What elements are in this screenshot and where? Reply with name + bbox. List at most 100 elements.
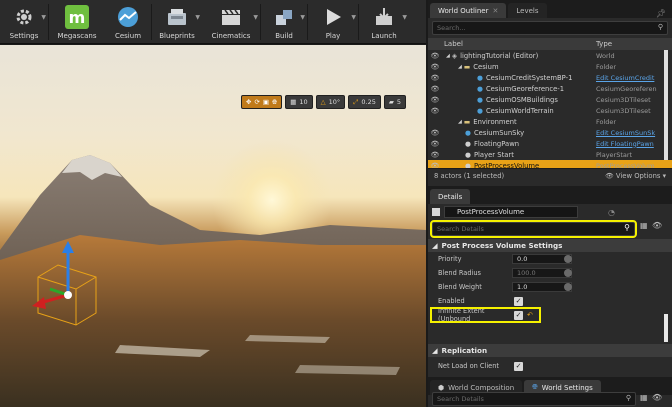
outliner-row[interactable]: ◢ ▬ Environment Folder [428,116,672,127]
outliner-tabbar: World Outliner ✕ Levels 📌︎ [428,0,672,18]
outliner-row-type: Folder [596,117,617,126]
rotate-icon[interactable]: ⟳ [254,98,259,106]
outliner-search-input[interactable]: Search... ⚲ [432,21,668,35]
grid-view-icon[interactable]: ▦ [640,221,648,230]
visibility-eye-icon[interactable]: 👁︎ [428,96,442,104]
visibility-eye-icon[interactable]: 👁︎ [428,74,442,82]
label-column-header[interactable]: Label [444,40,463,48]
reset-icon[interactable] [564,255,572,263]
infinite-extent-checkbox[interactable]: ✓ [514,310,523,320]
cesium-icon: ● [465,128,471,137]
folder-icon: ▬ [463,117,471,126]
grid-icon: ▦ [290,98,297,106]
enabled-label: Enabled [438,297,465,305]
transform-mode-toolbar[interactable]: ✥ ⟳ ▣ 🌐︎ [240,95,283,109]
chevron-down-icon: ▼ [195,14,200,21]
expand-arrow-icon[interactable]: ◢ [458,119,462,125]
close-icon[interactable]: ✕ [493,7,499,15]
outliner-row[interactable]: 👁︎ ● CesiumGeoreference-1 CesiumGeoreferen [428,83,672,94]
visibility-eye-icon[interactable]: 👁︎ [428,129,442,137]
build-button[interactable]: Build ▼ [261,0,307,44]
transform-gizmo[interactable] [28,237,108,337]
actor-count: 8 actors (1 selected) [434,171,505,180]
visibility-eye-icon[interactable]: 👁︎ [428,140,442,148]
type-column-header[interactable]: Type [596,40,612,48]
cesium-icon: ● [477,84,483,93]
net-load-checkbox[interactable]: ✓ [514,361,523,371]
visibility-eye-icon[interactable]: 👁︎ [428,162,442,169]
world-icon[interactable]: 🌐︎ [272,98,277,107]
visibility-eye-icon[interactable]: 👁︎ [428,85,442,93]
expand-arrow-icon[interactable]: ◢ [446,53,450,59]
angle-icon: △ [320,98,326,106]
megascans-button[interactable]: m Megascans [49,0,105,44]
outliner-row[interactable]: 👁︎ ● CesiumOSMBuildings Cesium3DTileset [428,94,672,105]
outliner-row[interactable]: 👁︎ ● PostProcessVolume PostProcessVolum [428,160,672,168]
world-settings-search-input[interactable]: Search Details ⚲ [432,392,636,406]
outliner-row[interactable]: 👁︎ ● CesiumSunSky Edit CesiumSunSk [428,127,672,138]
play-icon [321,5,345,29]
pin-icon[interactable]: 📌︎ [656,9,666,18]
outliner-row[interactable]: 👁︎ ◢ ◈ lightingTutorial (Editor) World [428,50,672,61]
blueprints-button[interactable]: Blueprints ▼ [152,0,202,44]
scale-snap-toggle[interactable]: ⤢ 0.25 [348,95,381,109]
chevron-down-icon: ▼ [41,14,46,21]
replication-category[interactable]: ◢ Replication [428,344,672,357]
scale-icon[interactable]: ▣ [263,98,269,106]
collapse-icon: ◢ [432,241,438,250]
blend-radius-input[interactable]: 100.0 [512,268,572,278]
eye-icon[interactable]: 👁︎ [652,393,662,402]
grid-view-icon[interactable]: ▦ [640,393,648,402]
cinematics-button[interactable]: Cinematics ▼ [202,0,260,44]
actor-icon: ● [465,150,471,159]
outliner-row[interactable]: 👁︎ ● FloatingPawn Edit FloatingPawn [428,138,672,149]
view-options-button[interactable]: 👁︎ View Options ▾ [605,172,666,180]
blend-radius-label: Blend Radius [438,269,481,277]
angle-snap-toggle[interactable]: △ 10° [315,95,346,109]
visibility-eye-icon[interactable]: 👁︎ [428,151,442,159]
world-settings-label: World Settings [541,383,593,392]
cesium-button[interactable]: Cesium [105,0,151,44]
settings-button[interactable]: Settings ▼ [0,0,48,44]
tab-details[interactable]: Details [430,189,471,204]
post-process-category[interactable]: ◢ Post Process Volume Settings [428,239,672,252]
outliner-row[interactable]: 👁︎ ● CesiumCreditSystemBP-1 Edit CesiumCred… [428,72,672,83]
actor-name-field[interactable]: PostProcessVolume [444,206,578,218]
gear-icon [12,5,36,29]
enabled-checkbox[interactable]: ✓ [514,296,523,306]
infinite-extent-row: Infinite Extent (Unbound ✓ ↶ [428,307,672,323]
chevron-down-icon: ▼ [402,14,407,21]
outliner-row-type[interactable]: Edit CesiumSunSk [596,129,655,137]
details-search-input[interactable]: Search Details ⚲ [430,220,637,238]
outliner-row-type[interactable]: Edit CesiumCredit [596,74,654,82]
outliner-row[interactable]: 👁︎ ● Player Start PlayerStart [428,149,672,160]
visibility-eye-icon[interactable]: 👁︎ [428,107,442,115]
visibility-eye-icon[interactable]: 👁︎ [428,52,442,60]
visibility-eye-icon[interactable]: 👁︎ [428,63,442,71]
grid-snap-toggle[interactable]: ▦ 10 [285,95,313,109]
level-viewport[interactable]: ✥ ⟳ ▣ 🌐︎ ▦ 10 △ 10° ⤢ 0.25 ▰ 5 [0,45,426,407]
launch-label: Launch [371,32,397,40]
eye-icon[interactable]: 👁︎ [652,221,662,230]
reset-icon[interactable] [564,283,572,291]
play-button[interactable]: Play ▼ [308,0,358,44]
outliner-row[interactable]: 👁︎ ◢ ▬ Cesium Folder [428,61,672,72]
camera-speed-button[interactable]: ▰ 5 [383,95,406,109]
tab-levels[interactable]: Levels [508,3,547,18]
outliner-row-label: lightingTutorial (Editor) [460,51,539,60]
outliner-row[interactable]: 👁︎ ● CesiumWorldTerrain Cesium3DTileset [428,105,672,116]
priority-input[interactable]: 0.0 [512,254,572,264]
outliner-scrollbar[interactable] [664,50,668,160]
tab-world-outliner[interactable]: World Outliner ✕ [430,3,507,18]
levels-tab-label: Levels [516,6,539,15]
expand-arrow-icon[interactable]: ◢ [458,64,462,70]
post-process-props: Priority 0.0 Blend Radius 100.0 Blend We… [428,252,672,342]
reset-icon[interactable] [564,269,572,277]
move-icon[interactable]: ✥ [246,98,251,106]
collapse-icon: ◢ [432,346,438,355]
outliner-row-type[interactable]: Edit FloatingPawn [596,140,654,148]
launch-button[interactable]: Launch ▼ [359,0,409,44]
reset-arrow-icon[interactable]: ↶ [527,311,533,319]
blend-weight-input[interactable]: 1.0 [512,282,572,292]
lock-icon[interactable]: ◔ [608,208,615,217]
